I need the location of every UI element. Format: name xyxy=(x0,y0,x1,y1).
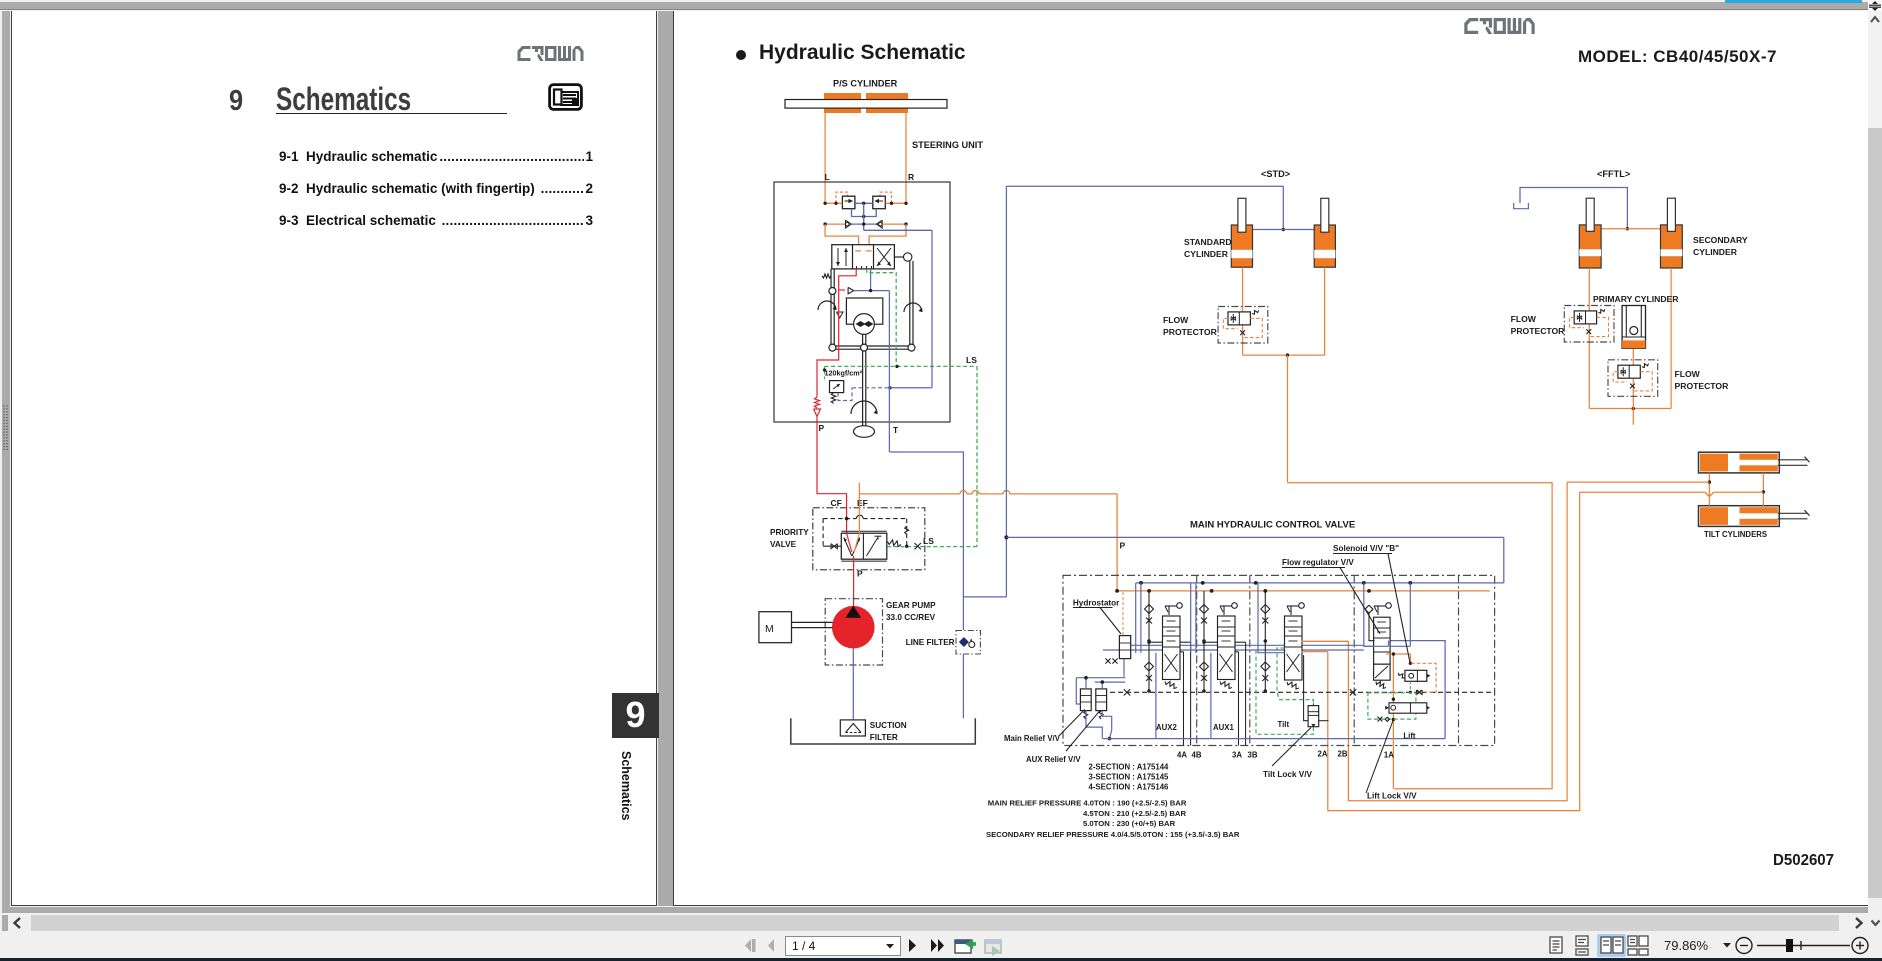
svg-text:4B: 4B xyxy=(1192,751,1202,760)
svg-text:P: P xyxy=(819,423,825,433)
svg-text:Hydrostator: Hydrostator xyxy=(1073,599,1120,608)
svg-text:4.5TON : 210 (+2.5/-2.5) BAR: 4.5TON : 210 (+2.5/-2.5) BAR xyxy=(1083,809,1186,818)
svg-text:4A: 4A xyxy=(1177,751,1187,760)
svg-text:2-SECTION : A175144: 2-SECTION : A175144 xyxy=(1089,763,1170,772)
svg-text:3A: 3A xyxy=(1232,751,1242,760)
svg-text:PRIMARY CYLINDER: PRIMARY CYLINDER xyxy=(1593,294,1679,304)
svg-text:LS: LS xyxy=(966,355,977,365)
svg-text:VALVE: VALVE xyxy=(770,540,797,549)
svg-text:L: L xyxy=(825,172,830,182)
svg-text:PROTECTOR: PROTECTOR xyxy=(1163,327,1218,337)
svg-text:FLOW: FLOW xyxy=(1163,315,1189,325)
svg-text:Main Relief V/V: Main Relief V/V xyxy=(1004,734,1061,743)
svg-text:2A: 2A xyxy=(1318,750,1328,759)
svg-text:33.0 CC/REV: 33.0 CC/REV xyxy=(886,613,936,622)
svg-text:EF: EF xyxy=(857,498,868,508)
svg-text:CYLINDER: CYLINDER xyxy=(1184,249,1229,259)
svg-text:P: P xyxy=(1120,541,1126,551)
svg-text:1A: 1A xyxy=(1384,751,1394,760)
svg-text:1 / 4: 1 / 4 xyxy=(792,939,816,953)
svg-text:SECONDARY RELIEF PRESSURE 4.0/: SECONDARY RELIEF PRESSURE 4.0/4.5/5.0TON… xyxy=(986,830,1240,839)
svg-text:79.86%: 79.86% xyxy=(1664,938,1709,953)
svg-text:3-SECTION : A175145: 3-SECTION : A175145 xyxy=(1089,773,1170,782)
svg-text:Flow regulator V/V: Flow regulator V/V xyxy=(1282,558,1354,567)
svg-text:CYLINDER: CYLINDER xyxy=(1693,247,1738,257)
svg-text:FILTER: FILTER xyxy=(870,733,898,742)
svg-text:Lift Lock V/V: Lift Lock V/V xyxy=(1367,792,1417,801)
svg-text:AUX2: AUX2 xyxy=(1156,723,1177,732)
svg-text:<FFTL>: <FFTL> xyxy=(1597,169,1630,179)
svg-text:120kgf/cm²: 120kgf/cm² xyxy=(825,368,863,377)
svg-text:Tilt Lock V/V: Tilt Lock V/V xyxy=(1263,770,1313,779)
svg-text:FLOW: FLOW xyxy=(1675,369,1701,379)
svg-text:CF: CF xyxy=(831,498,842,508)
svg-text:TILT CYLINDERS: TILT CYLINDERS xyxy=(1704,530,1767,539)
svg-text:PROTECTOR: PROTECTOR xyxy=(1511,326,1566,336)
svg-text:Tilt: Tilt xyxy=(1278,720,1290,729)
svg-text:STANDARD: STANDARD xyxy=(1184,237,1232,247)
svg-text:STEERING UNIT: STEERING UNIT xyxy=(912,140,983,150)
svg-text:MAIN RELIEF PRESSURE 4.0TON :: MAIN RELIEF PRESSURE 4.0TON : 190 (+2.5/… xyxy=(988,799,1187,808)
svg-text:5.0TON : 230 (+0/+5) BAR: 5.0TON : 230 (+0/+5) BAR xyxy=(1083,819,1176,828)
svg-text:FLOW: FLOW xyxy=(1511,314,1537,324)
svg-text:2B: 2B xyxy=(1338,750,1348,759)
svg-text:MAIN HYDRAULIC CONTROL VALVE: MAIN HYDRAULIC CONTROL VALVE xyxy=(1190,520,1355,531)
svg-text:Solenoid V/V "B": Solenoid V/V "B" xyxy=(1333,544,1399,553)
svg-text:M: M xyxy=(765,623,774,635)
svg-text:LS: LS xyxy=(923,536,934,546)
svg-text:3B: 3B xyxy=(1248,751,1258,760)
svg-text:R: R xyxy=(908,172,914,182)
svg-text:4-SECTION : A175146: 4-SECTION : A175146 xyxy=(1089,783,1170,792)
svg-text:P/S CYLINDER: P/S CYLINDER xyxy=(833,79,898,89)
svg-text:P: P xyxy=(857,569,863,579)
svg-text:PRIORITY: PRIORITY xyxy=(770,528,809,537)
svg-text:AUX Relief V/V: AUX Relief V/V xyxy=(1026,755,1081,764)
svg-text:<STD>: <STD> xyxy=(1261,169,1290,179)
svg-text:SECONDARY: SECONDARY xyxy=(1693,235,1748,245)
svg-text:SUCTION: SUCTION xyxy=(870,721,907,730)
svg-text:T: T xyxy=(893,425,899,435)
svg-text:LINE FILTER: LINE FILTER xyxy=(906,638,955,647)
svg-text:PROTECTOR: PROTECTOR xyxy=(1675,381,1730,391)
svg-text:GEAR PUMP: GEAR PUMP xyxy=(886,601,936,610)
svg-text:Lift: Lift xyxy=(1403,732,1416,741)
svg-text:AUX1: AUX1 xyxy=(1213,723,1234,732)
